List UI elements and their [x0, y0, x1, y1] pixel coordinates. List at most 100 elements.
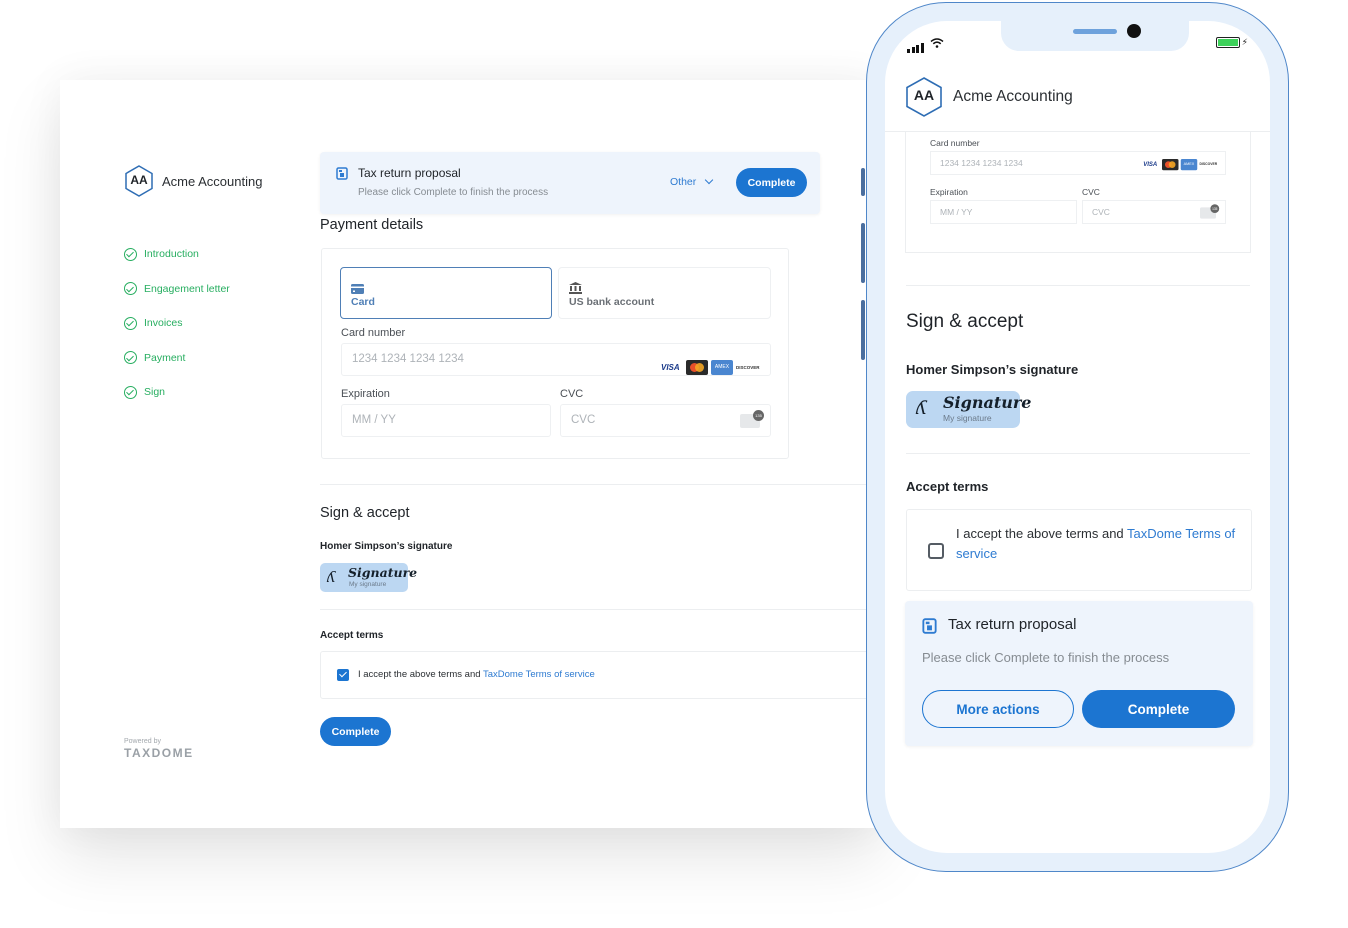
visa-icon: VISA: [1143, 160, 1158, 168]
expiration-placeholder: MM / YY: [940, 207, 973, 217]
divider: [320, 484, 880, 485]
card-brand-logos: VISA AMEX DISCOVER: [1143, 156, 1219, 173]
phone-screen: ⚡ AA Acme Accounting Card number 1234 12…: [885, 21, 1270, 853]
terms-of-service-link[interactable]: TaxDome Terms of service: [483, 669, 595, 680]
divider: [320, 609, 880, 610]
cvc-input[interactable]: CVC: [560, 404, 771, 437]
check-circle-icon: [124, 385, 137, 399]
step-engagement-letter[interactable]: Engagement letter: [124, 272, 230, 307]
step-label: Invoices: [144, 317, 183, 330]
steps-nav: Introduction Engagement letter Invoices …: [124, 237, 230, 410]
accept-terms-checkbox[interactable]: [337, 669, 349, 681]
accept-terms-box: I accept the above terms and TaxDome Ter…: [906, 509, 1252, 591]
step-label: Engagement letter: [144, 282, 230, 295]
banner-title: Tax return proposal: [358, 166, 461, 180]
accept-text: I accept the above terms and: [956, 526, 1128, 541]
amex-icon: AMEX: [711, 360, 733, 375]
battery-icon: [1215, 37, 1240, 48]
tab-us-bank-account[interactable]: US bank account: [558, 267, 771, 319]
signature-caption: My signature: [349, 581, 387, 588]
step-invoices[interactable]: Invoices: [124, 306, 230, 341]
card-number-placeholder: 1234 1234 1234 1234: [352, 353, 464, 365]
payment-heading: Payment details: [320, 217, 424, 233]
signature-box[interactable]: ʎ Signature My signature: [906, 391, 1031, 428]
brand-name: Acme Accounting: [162, 173, 263, 189]
expiration-label: Expiration: [930, 187, 968, 197]
expiration-input[interactable]: MM / YY: [341, 404, 551, 437]
brand-initials: AA: [913, 87, 935, 103]
accept-terms-text: I accept the above terms and TaxDome Ter…: [358, 669, 595, 680]
signature-text: Signature: [943, 393, 1032, 412]
brand-logo: AA: [905, 77, 943, 117]
accept-terms-text: I accept the above terms and TaxDome Ter…: [956, 524, 1241, 564]
other-dropdown[interactable]: Other: [670, 175, 714, 188]
phone-process-banner: Tax return proposal Please click Complet…: [905, 601, 1253, 746]
powered-by: Powered by TAXDOME: [124, 738, 194, 760]
more-actions-button[interactable]: More actions: [922, 690, 1074, 728]
powered-by-label: Powered by: [124, 738, 161, 745]
banner-title: Tax return proposal: [948, 616, 1077, 633]
signature-scribble-icon: ʎ: [327, 568, 336, 586]
step-sign[interactable]: Sign: [124, 375, 230, 410]
scroll-marker: [861, 168, 865, 196]
chevron-down-icon: [705, 175, 714, 185]
accept-terms-checkbox[interactable]: [928, 543, 944, 559]
accept-terms-heading: Accept terms: [906, 479, 989, 494]
phone-payment-form: Card number 1234 1234 1234 1234 VISA AME…: [905, 131, 1251, 253]
step-payment[interactable]: Payment: [124, 341, 230, 376]
brand-initials: AA: [130, 173, 148, 187]
sign-heading: Sign & accept: [320, 505, 410, 521]
tab-label: Card: [351, 296, 375, 308]
desktop-window: AA Acme Accounting Introduction Engageme…: [60, 80, 880, 828]
complete-button[interactable]: Complete: [320, 717, 391, 746]
signature-box[interactable]: ʎ Signature My signature: [320, 563, 417, 592]
accept-text: I accept the above terms and: [358, 669, 483, 680]
document-icon: [336, 167, 348, 185]
cvc-label: CVC: [1082, 187, 1100, 197]
expiration-label: Expiration: [341, 388, 390, 400]
signature-label: Homer Simpson’s signature: [320, 541, 453, 552]
accept-terms-box: I accept the above terms and TaxDome Ter…: [320, 651, 880, 699]
taxdome-logo[interactable]: TAXDOME: [124, 746, 194, 760]
wifi-icon: [930, 35, 944, 53]
camera: [1127, 24, 1141, 38]
cvc-card-icon: [740, 410, 764, 428]
banner-subtitle: Please click Complete to finish the proc…: [358, 187, 549, 198]
cvc-card-icon: [1200, 204, 1220, 219]
accept-terms-heading: Accept terms: [320, 630, 384, 641]
scroll-marker: [861, 223, 865, 283]
amex-icon: AMEX: [1180, 158, 1198, 170]
document-icon: [922, 618, 937, 639]
check-circle-icon: [124, 247, 137, 261]
step-label: Sign: [144, 386, 166, 399]
cvc-placeholder: CVC: [571, 414, 596, 426]
brand-logo: AA: [124, 165, 154, 197]
banner-complete-button[interactable]: Complete: [736, 168, 807, 197]
card-number-input[interactable]: 1234 1234 1234 1234 VISA AMEX DISCOVER: [341, 343, 771, 376]
other-label: Other: [670, 176, 697, 188]
visa-icon: VISA: [661, 363, 680, 372]
step-label: Payment: [144, 351, 186, 364]
check-circle-icon: [124, 316, 137, 330]
phone-frame: ⚡ AA Acme Accounting Card number 1234 12…: [866, 2, 1289, 872]
cvc-input[interactable]: CVC: [1082, 200, 1226, 224]
mastercard-icon: [1162, 158, 1179, 170]
step-introduction[interactable]: Introduction: [124, 237, 230, 272]
banner-subtitle: Please click Complete to finish the proc…: [922, 650, 1170, 665]
expiration-input[interactable]: MM / YY: [930, 200, 1077, 224]
payment-form: Card US bank account Card number 1234 12…: [321, 248, 789, 459]
tab-card[interactable]: Card: [340, 267, 552, 319]
card-number-label: Card number: [341, 327, 406, 339]
phone-brand-header: AA Acme Accounting: [905, 77, 1073, 117]
signature-text: Signature: [348, 565, 418, 580]
brand-name: Acme Accounting: [953, 88, 1073, 105]
discover-icon: DISCOVER: [1199, 162, 1218, 166]
signature-scribble-icon: ʎ: [916, 397, 927, 419]
charging-bolt-icon: ⚡: [1241, 37, 1248, 47]
phone-notch: [1001, 21, 1189, 51]
mastercard-icon: [686, 360, 708, 375]
card-number-input[interactable]: 1234 1234 1234 1234 VISA AMEX DISCOVER: [930, 151, 1226, 175]
phone-complete-button[interactable]: Complete: [1082, 690, 1235, 728]
discover-icon: DISCOVER: [736, 365, 760, 370]
card-number-placeholder: 1234 1234 1234 1234: [940, 158, 1023, 168]
